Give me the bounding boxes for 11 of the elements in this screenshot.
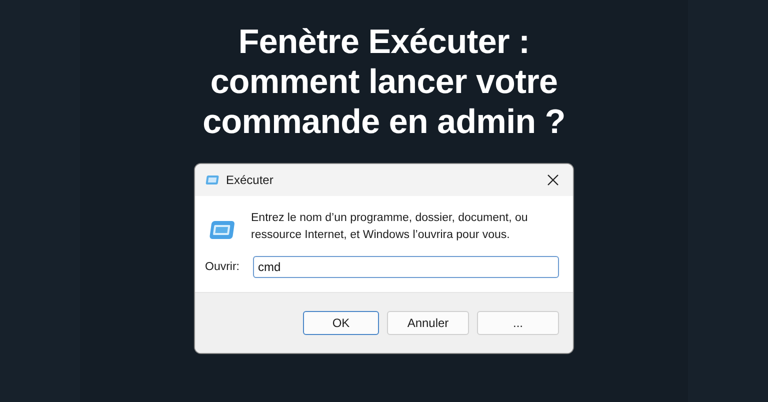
close-icon[interactable] [547,174,559,186]
window-title: Exécuter [226,173,274,187]
open-field[interactable]: cmd [253,256,559,278]
run-icon [205,175,219,185]
instruction-text: Entrez le nom d’un programme, dossier, document, ou ressource Internet, et Windows l’ouvrira pour vous. [251,211,529,243]
dialog-button[interactable]: Annuler [387,311,469,335]
run-icon [207,220,235,242]
dialog-button[interactable]: OK [303,311,379,335]
open-label: Ouvrir: [205,261,240,273]
headline: Fenètre Exécuter : comment lancer votre commande en admin ? [202,22,566,142]
dialog-button[interactable]: ... [477,311,559,335]
